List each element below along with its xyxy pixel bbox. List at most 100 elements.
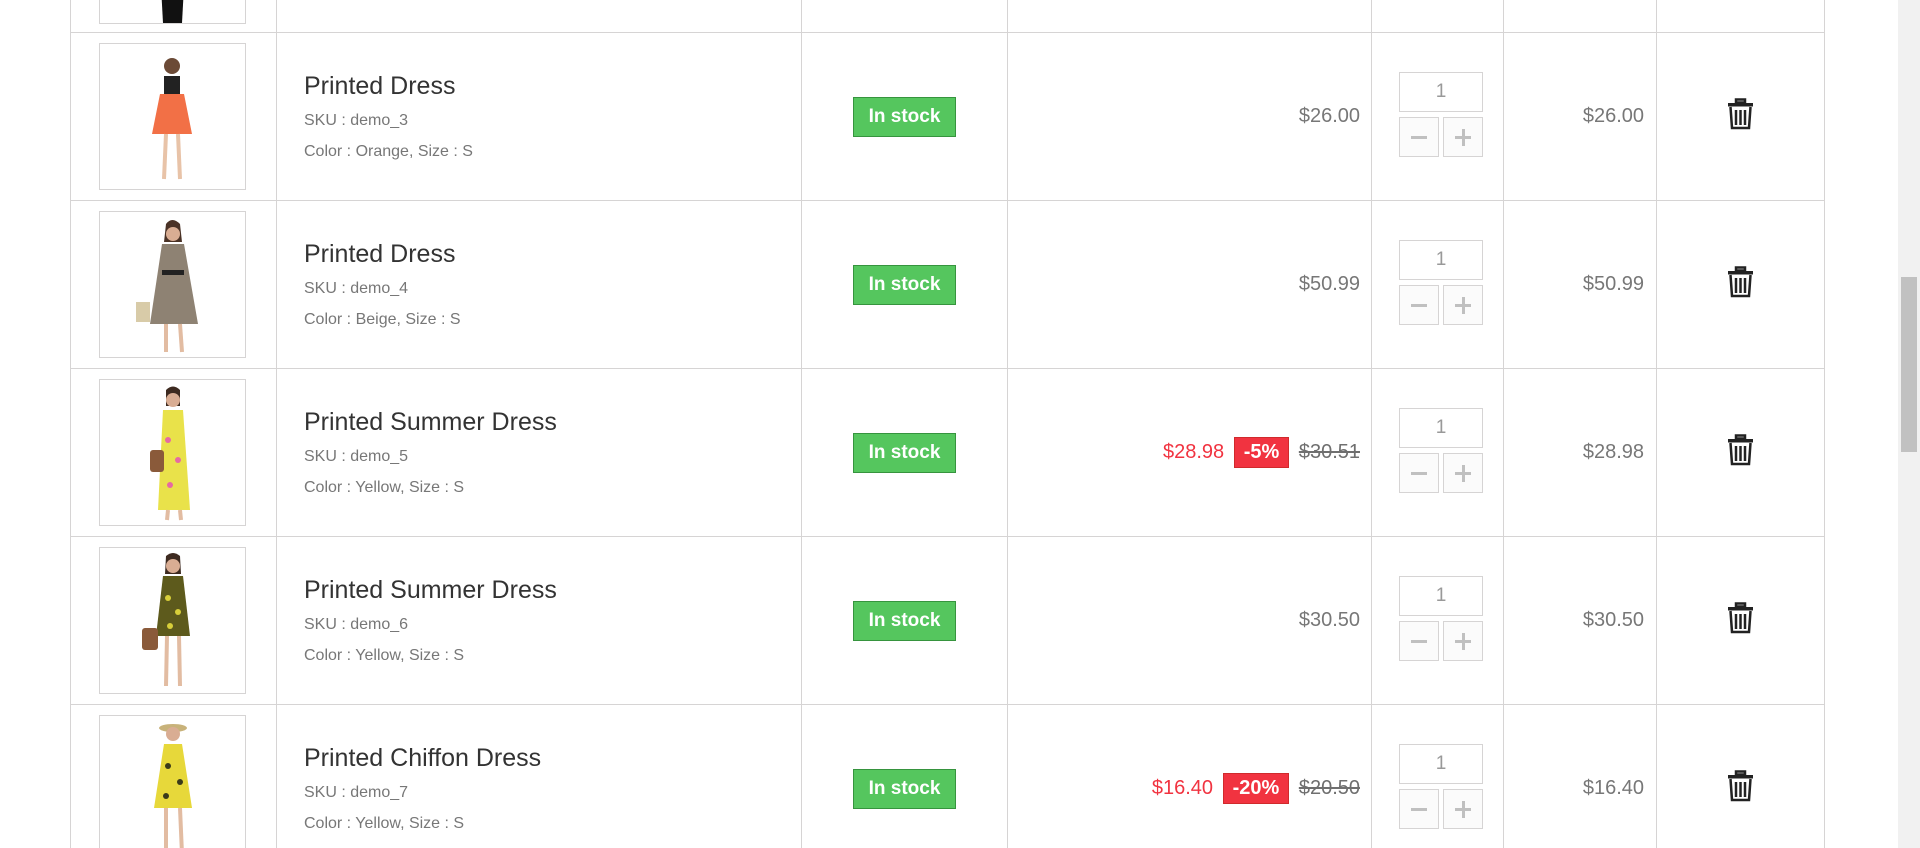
old-price: $30.51 [1298, 441, 1360, 463]
minus-icon [1411, 808, 1427, 811]
table-row: Printed Summer Dress SKU : demo_5 Color … [70, 368, 1825, 537]
product-attributes-link[interactable]: Color : Orange, Size : S [304, 142, 801, 161]
quantity-input[interactable]: 1 [1399, 72, 1483, 112]
product-name-link[interactable]: Printed Chiffon Dress [304, 744, 801, 773]
unit-price: $50.99 [1298, 273, 1360, 295]
product-description: Printed Dress SKU : demo_3 Color : Orang… [276, 32, 802, 201]
trash-icon[interactable] [1727, 770, 1754, 802]
in-stock-badge: In stock [852, 768, 957, 809]
quantity-decrease-button[interactable] [1399, 285, 1439, 325]
quantity-increase-button[interactable] [1443, 285, 1483, 325]
trash-icon[interactable] [1727, 602, 1754, 634]
unit-price-cell: $16.40 -20% $20.50 [1007, 704, 1372, 848]
discount-badge: -5% [1233, 437, 1290, 468]
delete-cell [1656, 536, 1825, 705]
delete-cell [1656, 704, 1825, 848]
quantity-cell: 1 [1371, 704, 1504, 848]
quantity-increase-button[interactable] [1443, 453, 1483, 493]
minus-icon [1411, 640, 1427, 643]
trash-icon[interactable] [1727, 98, 1754, 130]
total-price: $28.98 [1582, 441, 1644, 463]
product-name-link[interactable]: Printed Dress [304, 72, 801, 101]
product-sku: SKU : demo_3 [304, 112, 409, 129]
product-image-cell [70, 368, 277, 537]
cart-summary-table: Printed Dress SKU : demo_3 Color : Orang… [70, 0, 1825, 848]
product-image[interactable] [99, 43, 246, 190]
quantity-increase-button[interactable] [1443, 789, 1483, 829]
minus-icon [1411, 136, 1427, 139]
availability-cell: In stock [801, 200, 1008, 369]
quantity-input[interactable]: 1 [1399, 576, 1483, 616]
product-attributes-link[interactable]: Color : Yellow, Size : S [304, 814, 801, 833]
product-image[interactable] [99, 547, 246, 694]
product-image-cell [70, 704, 277, 848]
old-price: $20.50 [1298, 777, 1360, 799]
product-image[interactable] [99, 715, 246, 848]
vertical-scrollbar[interactable] [1898, 0, 1920, 848]
quantity-decrease-button[interactable] [1399, 117, 1439, 157]
minus-icon [1411, 472, 1427, 475]
in-stock-badge: In stock [852, 96, 957, 137]
availability-cell: In stock [801, 536, 1008, 705]
unit-price: $26.00 [1298, 105, 1360, 127]
total-price-cell: $28.98 [1503, 368, 1657, 537]
quantity-cell: 1 [1371, 200, 1504, 369]
product-name-link[interactable]: Printed Summer Dress [304, 576, 801, 605]
product-sku: SKU : demo_5 [304, 448, 409, 465]
product-name-link[interactable]: Printed Dress [304, 240, 801, 269]
total-price-cell: $50.99 [1503, 200, 1657, 369]
quantity-cell: 1 [1371, 536, 1504, 705]
total-price-cell: $16.40 [1503, 704, 1657, 848]
product-image-cell [70, 32, 277, 201]
table-row: Printed Dress SKU : demo_4 Color : Beige… [70, 200, 1825, 369]
product-image[interactable] [99, 0, 246, 24]
unit-price-cell: $30.50 [1007, 536, 1372, 705]
unit-price-cell: $50.99 [1007, 200, 1372, 369]
trash-icon[interactable] [1727, 434, 1754, 466]
total-price: $30.50 [1582, 609, 1644, 631]
quantity-increase-button[interactable] [1443, 117, 1483, 157]
product-image[interactable] [99, 379, 246, 526]
delete-cell [1656, 200, 1825, 369]
product-attributes-link[interactable]: Color : Beige, Size : S [304, 310, 801, 329]
total-price-cell: $26.00 [1503, 32, 1657, 201]
total-price-cell: $30.50 [1503, 536, 1657, 705]
product-sku: SKU : demo_6 [304, 616, 409, 633]
in-stock-badge: In stock [852, 264, 957, 305]
unit-price-cell: $26.00 [1007, 32, 1372, 201]
availability-cell: In stock [801, 368, 1008, 537]
quantity-input[interactable]: 1 [1399, 408, 1483, 448]
table-row: Printed Summer Dress SKU : demo_6 Color … [70, 536, 1825, 705]
quantity-input[interactable]: 1 [1399, 240, 1483, 280]
minus-icon [1411, 304, 1427, 307]
delete-cell [1656, 368, 1825, 537]
quantity-decrease-button[interactable] [1399, 789, 1439, 829]
total-price: $16.40 [1582, 777, 1644, 799]
total-price: $50.99 [1582, 273, 1644, 295]
trash-icon[interactable] [1727, 266, 1754, 298]
discount-badge: -20% [1222, 773, 1290, 804]
product-image-cell [70, 200, 277, 369]
product-sku: SKU : demo_4 [304, 280, 409, 297]
product-image[interactable] [99, 211, 246, 358]
product-description: Printed Summer Dress SKU : demo_6 Color … [276, 536, 802, 705]
quantity-decrease-button[interactable] [1399, 453, 1439, 493]
product-sku: SKU : demo_7 [304, 784, 409, 801]
quantity-cell: 1 [1371, 32, 1504, 201]
quantity-input[interactable]: 1 [1399, 744, 1483, 784]
quantity-increase-button[interactable] [1443, 621, 1483, 661]
in-stock-badge: In stock [852, 432, 957, 473]
quantity-decrease-button[interactable] [1399, 621, 1439, 661]
scrollbar-thumb[interactable] [1901, 277, 1917, 452]
product-image-cell [70, 0, 277, 33]
product-attributes-link[interactable]: Color : Yellow, Size : S [304, 646, 801, 665]
product-attributes-link[interactable]: Color : Yellow, Size : S [304, 478, 801, 497]
product-name-link[interactable]: Printed Summer Dress [304, 408, 801, 437]
availability-cell: In stock [801, 704, 1008, 848]
product-description: Printed Dress SKU : demo_4 Color : Beige… [276, 200, 802, 369]
unit-price: $30.50 [1298, 609, 1360, 631]
table-row: Printed Dress SKU : demo_3 Color : Orang… [70, 32, 1825, 201]
delete-cell [1656, 32, 1825, 201]
table-row: Printed Chiffon Dress SKU : demo_7 Color… [70, 704, 1825, 848]
availability-cell: In stock [801, 32, 1008, 201]
